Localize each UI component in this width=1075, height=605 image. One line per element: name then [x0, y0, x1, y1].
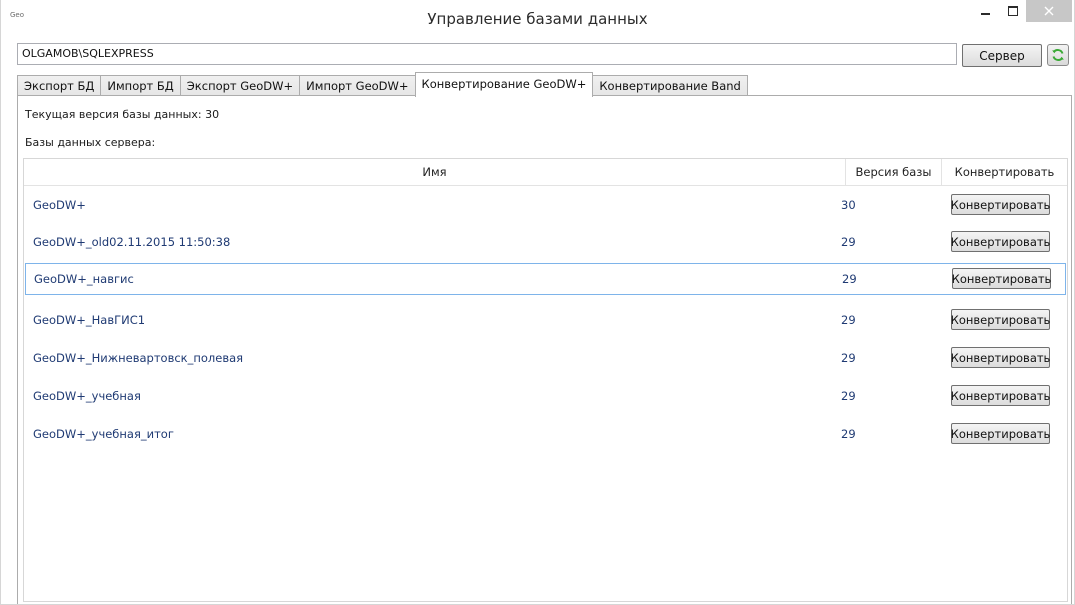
tab-convert-geodw[interactable]: Конвертирование GeoDW+: [414, 72, 594, 97]
convert-button[interactable]: Конвертировать: [951, 385, 1050, 406]
tab-import-db[interactable]: Импорт БД: [100, 75, 181, 97]
database-version: 30: [841, 198, 856, 212]
table-row[interactable]: GeoDW+_old02.11.2015 11:50:38 29 Конверт…: [25, 227, 1066, 259]
title-bar: Geo Управление базами данных: [1, 0, 1074, 38]
close-button[interactable]: [1026, 0, 1072, 22]
window-controls: [972, 0, 1072, 22]
column-header-version[interactable]: Версия базы: [846, 159, 942, 185]
database-version: 29: [841, 313, 856, 327]
minimize-icon: [981, 13, 990, 15]
databases-label: Базы данных сервера:: [25, 136, 156, 149]
app-window: Geo Управление базами данных OLGAMOB\SQL…: [0, 0, 1075, 605]
database-name: GeoDW+: [33, 198, 86, 212]
column-header-convert[interactable]: Конвертировать: [942, 159, 1067, 185]
table-row[interactable]: GeoDW+_Нижневартовск_полевая 29 Конверти…: [25, 343, 1066, 375]
database-version: 29: [841, 427, 856, 441]
refresh-button[interactable]: [1047, 44, 1069, 66]
tab-export-geodw[interactable]: Экспорт GeoDW+: [179, 75, 301, 97]
database-name: GeoDW+_old02.11.2015 11:50:38: [33, 235, 231, 249]
window-title: Управление базами данных: [427, 10, 648, 28]
convert-button[interactable]: Конвертировать: [951, 231, 1050, 252]
convert-button[interactable]: Конвертировать: [951, 423, 1050, 444]
close-icon: [1044, 6, 1054, 16]
database-name: GeoDW+_Нижневартовск_полевая: [33, 351, 244, 365]
server-button[interactable]: Сервер: [962, 44, 1042, 67]
maximize-button[interactable]: [999, 0, 1026, 22]
column-header-name[interactable]: Имя: [24, 159, 846, 185]
databases-grid: Имя Версия базы Конвертировать GeoDW+ 30…: [23, 158, 1068, 602]
database-version: 29: [841, 235, 856, 249]
database-version: 29: [842, 272, 857, 286]
table-row[interactable]: GeoDW+_учебная 29 Конвертировать: [25, 381, 1066, 413]
convert-button[interactable]: Конвертировать: [951, 194, 1050, 215]
table-row[interactable]: GeoDW+ 30 Конвертировать: [25, 190, 1066, 222]
maximize-icon: [1007, 6, 1018, 16]
database-name: GeoDW+_навгис: [34, 272, 134, 286]
convert-button[interactable]: Конвертировать: [952, 268, 1051, 289]
table-row[interactable]: GeoDW+_НавГИС1 29 Конвертировать: [25, 305, 1066, 337]
convert-button[interactable]: Конвертировать: [951, 347, 1050, 368]
minimize-button[interactable]: [972, 0, 999, 22]
database-name: GeoDW+_учебная: [33, 389, 141, 403]
refresh-icon: [1052, 49, 1064, 61]
current-version-label: Текущая версия базы данных: 30: [25, 108, 220, 121]
database-version: 29: [841, 351, 856, 365]
database-name: GeoDW+_НавГИС1: [33, 313, 146, 327]
table-row[interactable]: GeoDW+_учебная_итог 29 Конвертировать: [25, 419, 1066, 451]
database-name: GeoDW+_учебная_итог: [33, 427, 174, 441]
database-version: 29: [841, 389, 856, 403]
tab-strip: Экспорт БД Импорт БД Экспорт GeoDW+ Импо…: [17, 72, 748, 97]
server-input[interactable]: OLGAMOB\SQLEXPRESS: [17, 43, 957, 65]
grid-header: Имя Версия базы Конвертировать: [24, 159, 1067, 186]
table-row-selected[interactable]: GeoDW+_навгис 29 Конвертировать: [25, 263, 1066, 295]
tab-import-geodw[interactable]: Импорт GeoDW+: [299, 75, 416, 97]
tab-convert-band[interactable]: Конвертирование Band: [592, 75, 748, 97]
tab-export-db[interactable]: Экспорт БД: [17, 75, 102, 97]
convert-button[interactable]: Конвертировать: [951, 309, 1050, 330]
